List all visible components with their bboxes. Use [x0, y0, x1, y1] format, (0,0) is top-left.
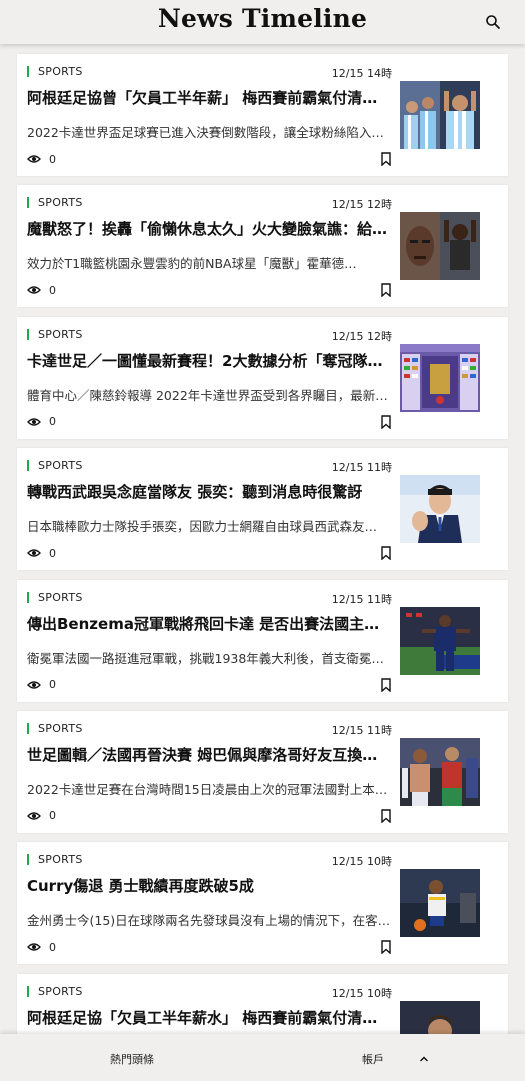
article-thumbnail[interactable]: [400, 475, 480, 544]
eye-icon: [27, 812, 41, 820]
article-thumbnail[interactable]: [400, 81, 480, 149]
timestamp: 12/15 10時: [331, 986, 392, 1000]
bookmark-icon[interactable]: [380, 282, 392, 298]
eye-icon: [27, 418, 41, 426]
bookmark-icon[interactable]: [380, 545, 392, 561]
article-title[interactable]: 傳出Benzema冠軍戰將飛回卡達 是否出賽法國主帥拒…: [27, 613, 391, 634]
nav-hot-headlines[interactable]: 熱門頭條: [110, 1051, 154, 1067]
category-marker: [27, 854, 29, 866]
article-title[interactable]: 世足圖輯／法國再晉決賽 姆巴佩與摩洛哥好友互換球衣…: [27, 744, 391, 765]
category-marker: [27, 460, 29, 472]
category-label: SPORTS: [38, 721, 83, 735]
news-card[interactable]: SPORTS 12/15 12時 魔獸怒了！挨轟「偷懶休息太久」火大變臉氣譙：給…: [17, 185, 508, 308]
bookmark-icon[interactable]: [380, 151, 392, 167]
view-count-value: 0: [49, 152, 56, 166]
category-label: SPORTS: [38, 459, 83, 473]
article-thumbnail[interactable]: [400, 737, 480, 806]
eye-icon: [27, 549, 41, 557]
timestamp: 12/15 10時: [331, 855, 392, 869]
news-card[interactable]: SPORTS 12/15 10時 Curry傷退 勇士戰績再度跌破5成 金州勇士…: [17, 842, 508, 965]
view-count-value: 0: [49, 678, 56, 692]
category-marker: [27, 328, 29, 340]
category-marker: [27, 985, 29, 997]
category-label: SPORTS: [38, 196, 83, 210]
eye-icon: [27, 286, 41, 295]
view-count: 0: [27, 546, 56, 560]
category-label: SPORTS: [38, 590, 83, 604]
view-count-value: 0: [49, 940, 56, 954]
category-label: SPORTS: [38, 984, 83, 998]
news-feed: SPORTS 12/15 14時 阿根廷足協曾「欠員工半年薪」 梅西賽前霸氣付清…: [17, 54, 508, 1081]
article-thumbnail[interactable]: [400, 343, 480, 412]
view-count: 0: [27, 152, 56, 166]
timestamp: 12/15 12時: [331, 329, 392, 343]
view-count-value: 0: [49, 809, 56, 823]
article-summary: 2022卡達世足賽在台灣時間15日凌晨由上次的冠軍法國對上本屆…: [27, 781, 391, 797]
article-thumbnail[interactable]: [400, 869, 480, 938]
bookmark-icon[interactable]: [380, 939, 392, 955]
view-count-value: 0: [49, 415, 56, 429]
article-title[interactable]: 阿根廷足協「欠員工半年薪水」 梅西賽前霸氣付清！還…: [27, 1007, 391, 1028]
article-summary: 效力於T1職籃桃園永豐雲豹的前NBA球星「魔獸」霍華德…: [27, 256, 357, 272]
article-title[interactable]: Curry傷退 勇士戰績再度跌破5成: [27, 875, 391, 896]
view-count: 0: [27, 415, 56, 429]
eye-icon: [27, 943, 41, 951]
bookmark-icon[interactable]: [380, 677, 392, 693]
timestamp: 12/15 12時: [331, 198, 392, 212]
article-summary: 日本職棒歐力士隊投手張奕，因歐力士網羅自由球員西武森友…: [27, 519, 378, 535]
category-label: SPORTS: [38, 327, 83, 341]
bottom-navigation: 熱門頭條 帳戶: [0, 1034, 525, 1081]
article-title[interactable]: 轉戰西武跟吳念庭當隊友 張奕：聽到消息時很驚訝: [27, 481, 391, 502]
article-thumbnail[interactable]: [400, 606, 480, 675]
timestamp: 12/15 14時: [331, 67, 392, 80]
search-icon[interactable]: [485, 14, 501, 30]
article-summary: 2022卡達世界盃足球賽已進入決賽倒數階段，讓全球粉絲陷入瘋…: [27, 125, 391, 140]
article-thumbnail[interactable]: [400, 212, 480, 281]
timestamp: 12/15 11時: [331, 461, 392, 475]
news-card[interactable]: SPORTS 12/15 11時 傳出Benzema冠軍戰將飛回卡達 是否出賽法…: [17, 579, 508, 702]
view-count: 0: [27, 283, 56, 297]
news-card[interactable]: SPORTS 12/15 14時 阿根廷足協曾「欠員工半年薪」 梅西賽前霸氣付清…: [17, 54, 508, 176]
eye-icon: [27, 155, 41, 163]
category-marker: [27, 66, 29, 77]
eye-icon: [27, 680, 41, 689]
article-summary: 衛冕軍法國一路挺進冠軍戰，挑戰1938年義大利後，首支衛冕成…: [27, 650, 391, 666]
view-count: 0: [27, 678, 56, 692]
view-count-value: 0: [49, 283, 56, 297]
news-card[interactable]: SPORTS 12/15 11時 世足圖輯／法國再晉決賽 姆巴佩與摩洛哥好友互換…: [17, 710, 508, 833]
category-label: SPORTS: [38, 853, 83, 867]
timestamp: 12/15 11時: [331, 592, 392, 606]
article-title[interactable]: 魔獸怒了！挨轟「偷懶休息太久」火大變臉氣譙：給我…: [27, 218, 391, 239]
article-summary: 體育中心／陳慈鈴報導 2022年卡達世界盃受到各界矚目，最新…: [27, 387, 388, 403]
article-summary: 金州勇士今(15)日在球隊兩名先發球員沒有上場的情況下，在客…: [27, 913, 391, 929]
news-card[interactable]: SPORTS 12/15 12時 卡達世足／一圖懂最新賽程！2大數據分析「奪冠隊…: [17, 316, 508, 439]
app-header: News Timeline: [0, 0, 525, 44]
page-title: News Timeline: [157, 4, 368, 33]
view-count: 0: [27, 809, 56, 823]
chevron-up-icon[interactable]: [418, 1050, 430, 1062]
article-title[interactable]: 阿根廷足協曾「欠員工半年薪」 梅西賽前霸氣付清還扛…: [27, 87, 391, 108]
category-marker: [27, 722, 29, 734]
bookmark-icon[interactable]: [380, 414, 392, 430]
view-count: 0: [27, 940, 56, 954]
nav-account[interactable]: 帳戶: [362, 1051, 384, 1067]
news-card[interactable]: SPORTS 12/15 11時 轉戰西武跟吳念庭當隊友 張奕：聽到消息時很驚訝…: [17, 448, 508, 571]
timestamp: 12/15 11時: [331, 723, 392, 737]
view-count-value: 0: [49, 546, 56, 560]
category-marker: [27, 591, 29, 603]
article-title[interactable]: 卡達世足／一圖懂最新賽程！2大數據分析「奪冠隊伍…: [27, 350, 391, 371]
category-marker: [27, 197, 29, 209]
bookmark-icon[interactable]: [380, 808, 392, 824]
category-label: SPORTS: [38, 65, 83, 78]
